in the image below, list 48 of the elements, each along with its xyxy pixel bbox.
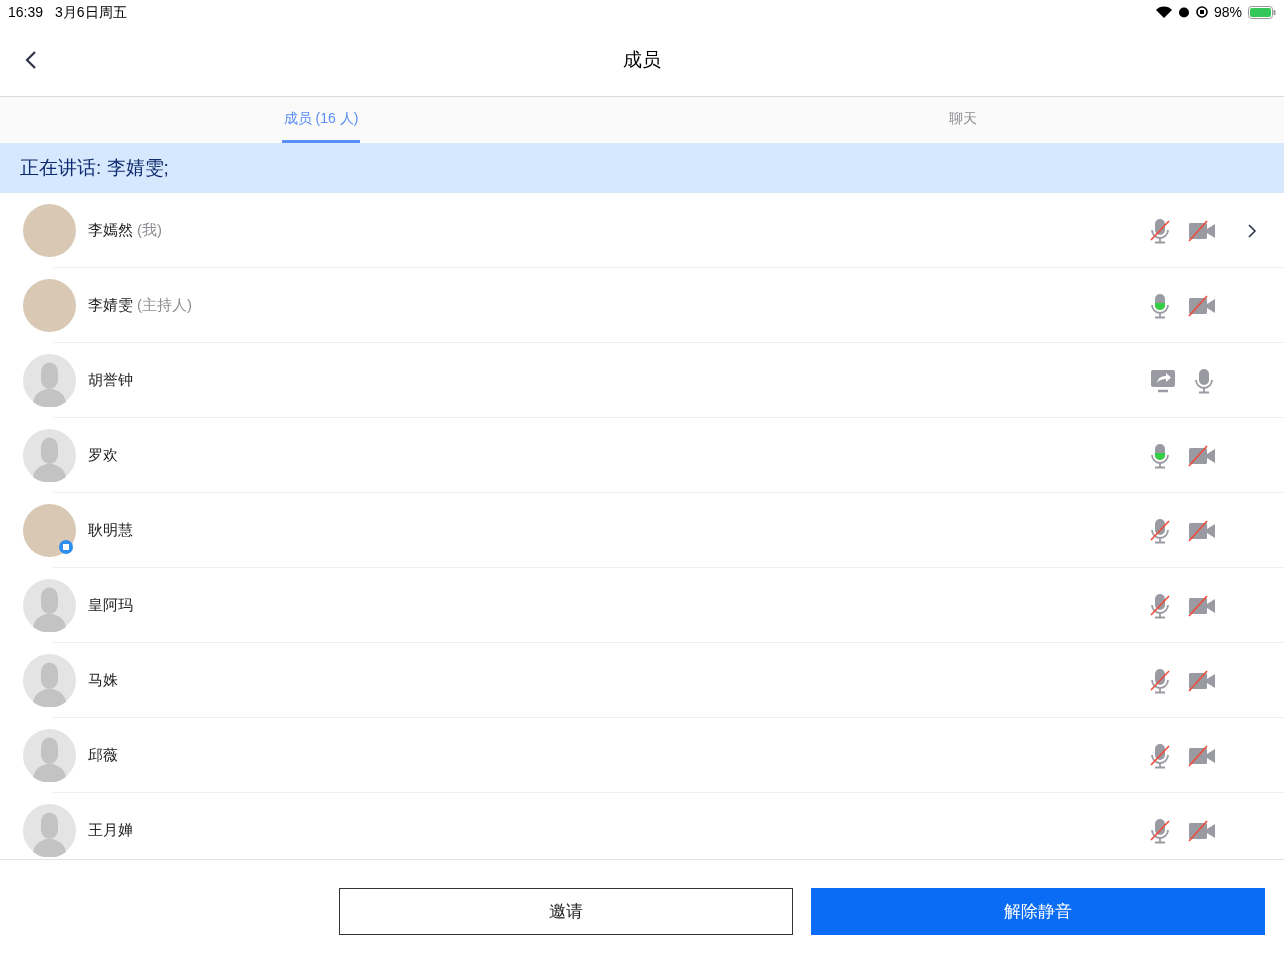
- wifi-icon: [1155, 6, 1172, 18]
- member-name: 胡誉钟: [88, 370, 133, 391]
- member-row[interactable]: 胡誉钟: [0, 343, 1284, 418]
- member-row[interactable]: 皇阿玛: [0, 568, 1284, 643]
- member-name: 李婧雯: [88, 295, 133, 316]
- status-date: 3月6日周五: [55, 2, 127, 22]
- member-name: 邱薇: [88, 745, 118, 766]
- speaking-banner: 正在讲话: 李婧雯;: [0, 143, 1284, 193]
- camera-off-icon: [1188, 519, 1216, 542]
- member-role: (我): [137, 220, 162, 241]
- muted-microphone-icon: [1148, 742, 1172, 769]
- muted-microphone-icon: [1148, 517, 1172, 544]
- member-name: 耿明慧: [88, 520, 133, 541]
- camera-off-icon: [1188, 669, 1216, 692]
- muted-microphone-icon: [1148, 217, 1172, 244]
- member-name: 皇阿玛: [88, 595, 133, 616]
- microphone-icon: [1192, 367, 1216, 394]
- unmute-all-button[interactable]: 解除静音: [811, 888, 1265, 935]
- member-row[interactable]: 李嫣然 (我): [0, 193, 1284, 268]
- battery-icon: [1248, 5, 1276, 19]
- page-title: 成员: [623, 47, 661, 72]
- status-time: 16:39: [8, 2, 44, 22]
- member-name: 马姝: [88, 670, 118, 691]
- member-row[interactable]: 罗欢: [0, 418, 1284, 493]
- camera-off-icon: [1188, 594, 1216, 617]
- member-role: (主持人): [137, 295, 192, 316]
- camera-off-icon: [1188, 819, 1216, 842]
- member-row[interactable]: 耿明慧: [0, 493, 1284, 568]
- camera-off-icon: [1188, 744, 1216, 767]
- muted-microphone-icon: [1148, 817, 1172, 844]
- camera-off-icon: [1188, 219, 1216, 242]
- member-row[interactable]: 马姝: [0, 643, 1284, 718]
- camera-off-icon: [1188, 444, 1216, 467]
- back-chevron-icon: [25, 50, 37, 70]
- invite-button[interactable]: 邀请: [339, 888, 793, 935]
- battery-percentage: 98%: [1213, 2, 1242, 22]
- member-row[interactable]: 邱薇: [0, 718, 1284, 793]
- screen-share-icon: [1150, 368, 1176, 393]
- camera-off-icon: [1188, 294, 1216, 317]
- member-row[interactable]: 李婧雯 (主持人): [0, 268, 1284, 343]
- microphone-icon: [1148, 442, 1172, 469]
- muted-microphone-icon: [1148, 667, 1172, 694]
- member-name: 罗欢: [88, 445, 118, 466]
- member-name: 王月婵: [88, 820, 133, 841]
- muted-microphone-icon: [1148, 592, 1172, 619]
- microphone-icon: [1148, 292, 1172, 319]
- member-row[interactable]: 王月婵: [0, 793, 1284, 859]
- member-name: 李嫣然: [88, 220, 133, 241]
